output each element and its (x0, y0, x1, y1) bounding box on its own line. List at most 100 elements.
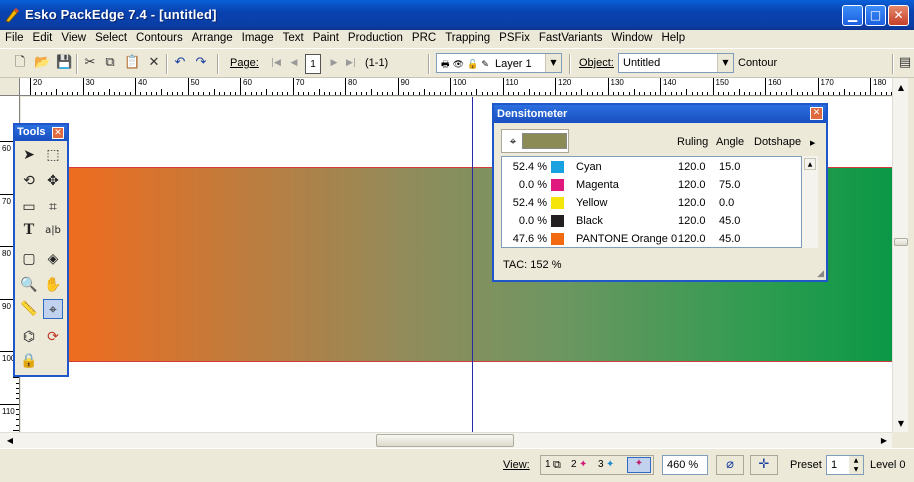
scroll-down-icon[interactable]: ▼ (893, 416, 909, 432)
maximize-button[interactable]: □ (865, 5, 886, 26)
zoom-field[interactable]: 460 % (662, 455, 708, 475)
paste-icon[interactable]: 📋 (124, 55, 140, 71)
menu-paint[interactable]: Paint (308, 30, 343, 44)
densitometer-title[interactable]: Densitometer (494, 105, 826, 123)
ruler-label: 20 (33, 78, 42, 87)
select-arrow-icon[interactable]: ➤ (19, 145, 39, 165)
vertical-scroll-thumb[interactable] (894, 238, 908, 246)
zoom-fit-icon[interactable]: ⌀ (716, 455, 744, 475)
dual-view-icon[interactable]: ✦ (579, 459, 587, 470)
menu-prc[interactable]: PRC (407, 30, 440, 44)
transform-icon[interactable]: ⟳ (43, 327, 63, 347)
resize-grip-icon[interactable]: ◢ (817, 269, 824, 279)
first-page-icon[interactable]: |◀ (268, 55, 284, 71)
panel-menu-arrow-icon[interactable]: ▶ (810, 139, 815, 147)
vertical-scrollbar[interactable]: ▲ ▼ (892, 78, 908, 432)
triple-view-icon[interactable]: ✦ (606, 459, 614, 470)
densitometer-icon[interactable]: ⌖ (43, 299, 63, 319)
ink-row[interactable]: 47.6 % PANTONE Orange 0 120.0 45.0 (502, 230, 801, 248)
scroll-up-icon[interactable]: ▲ (893, 80, 909, 96)
scroll-right-icon[interactable]: ▶ (876, 433, 892, 449)
ruler-tick (759, 92, 761, 95)
menu-fastvariants[interactable]: FastVariants (534, 30, 607, 44)
separations-view-icon[interactable]: ✦ (627, 457, 651, 473)
ink-row[interactable]: 52.4 % Yellow 120.0 0.0 (502, 194, 801, 212)
save-icon[interactable]: 💾 (56, 55, 72, 71)
direct-select-icon[interactable]: ⬚ (43, 145, 63, 165)
tools-close-icon[interactable]: ✕ (52, 127, 64, 139)
previous-page-icon[interactable]: ◀ (286, 55, 302, 71)
menu-text[interactable]: Text (278, 30, 308, 44)
chevron-down-icon[interactable]: ▼ (545, 54, 561, 72)
text-edit-icon[interactable]: a|b (43, 221, 63, 241)
ruler-tick (843, 89, 845, 95)
horizontal-scroll-thumb[interactable] (376, 434, 514, 447)
densitometer-close-icon[interactable]: ✕ (810, 107, 823, 120)
horizontal-scrollbar[interactable]: ◀ ▶ (0, 432, 892, 448)
single-view-icon[interactable]: ⧉ (553, 458, 561, 472)
undo-icon[interactable]: ↶ (172, 55, 188, 71)
object-icon[interactable]: ▢ (19, 249, 39, 269)
ruler-tick (639, 92, 640, 95)
scroll-left-icon[interactable]: ◀ (2, 433, 18, 449)
text-tool-icon[interactable]: T (19, 221, 39, 241)
ruler-tick (224, 92, 226, 95)
layer-select[interactable]: 🖶 👁 🔓 ✎ Layer 1 ▼ (436, 53, 562, 73)
menu-edit[interactable]: Edit (28, 30, 57, 44)
menu-image[interactable]: Image (237, 30, 278, 44)
ink-row[interactable]: 0.0 % Black 120.0 45.0 (502, 212, 801, 230)
scroll-up-icon[interactable]: ▲ (804, 158, 816, 170)
ink-name: Magenta (576, 179, 619, 191)
ruler-tick (439, 92, 441, 95)
ruler-label: 100 (453, 78, 467, 87)
ruler-tick (129, 92, 131, 95)
rectangle-icon[interactable]: ▭ (19, 197, 39, 217)
menu-file[interactable]: File (0, 30, 28, 44)
view-mode-1[interactable]: 1 (545, 459, 551, 470)
minimize-button[interactable]: ▁ (842, 5, 863, 26)
menu-contours[interactable]: Contours (131, 30, 187, 44)
menu-production[interactable]: Production (343, 30, 407, 44)
object-select[interactable]: Untitled ▼ (618, 53, 734, 73)
menu-psfix[interactable]: PSFix (494, 30, 534, 44)
paint-bucket-icon[interactable]: ◈ (43, 249, 63, 269)
node-icon[interactable]: ⌬ (19, 327, 39, 347)
chevron-down-icon[interactable]: ▼ (717, 54, 733, 72)
menu-arrange[interactable]: Arrange (187, 30, 237, 44)
vertical-guide-line[interactable] (472, 97, 473, 432)
preset-field[interactable]: 1 ▲ ▼ (826, 455, 864, 475)
redo-icon[interactable]: ↷ (193, 55, 209, 71)
ink-list: 52.4 % Cyan 120.0 15.0 0.0 % Magenta 120.0 75.0… (501, 156, 802, 248)
menu-trapping[interactable]: Trapping (440, 30, 494, 44)
menu-select[interactable]: Select (90, 30, 131, 44)
ink-row[interactable]: 52.4 % Cyan 120.0 15.0 (502, 158, 801, 176)
ink-row[interactable]: 0.0 % Magenta 120.0 75.0 (502, 176, 801, 194)
last-page-icon[interactable]: ▶| (343, 55, 359, 71)
crop-icon[interactable]: ⌗ (43, 197, 63, 217)
copy-icon[interactable]: ⧉ (102, 55, 118, 71)
zoom-icon[interactable]: 🔍 (19, 275, 39, 295)
next-page-icon[interactable]: ▶ (326, 55, 342, 71)
lock-icon[interactable]: 🔒 (19, 351, 39, 371)
cut-icon[interactable]: ✂ (82, 55, 98, 71)
spinner-icon[interactable]: ▲ ▼ (849, 456, 863, 474)
close-button[interactable]: ✕ (888, 5, 909, 26)
menu-help[interactable]: Help (656, 30, 689, 44)
rotate-icon[interactable]: ⟲ (19, 171, 39, 191)
crosshair-icon[interactable]: ⌖ (505, 133, 521, 149)
move-icon[interactable]: ✥ (43, 171, 63, 191)
ink-list-scrollbar[interactable]: ▲ (802, 156, 818, 248)
new-document-icon[interactable]: 🗋 (12, 55, 28, 71)
view-mode-3[interactable]: 3 (598, 459, 604, 470)
hand-icon[interactable]: ✋ (43, 275, 63, 295)
page-number-box[interactable]: 1 (305, 54, 321, 74)
ruler-tick (644, 92, 646, 95)
menu-view[interactable]: View (56, 30, 90, 44)
view-mode-2[interactable]: 2 (571, 459, 577, 470)
ruler-icon[interactable]: 📏 (19, 299, 39, 319)
menu-window[interactable]: Window (607, 30, 657, 44)
toolbar-overflow-icon[interactable]: ▤ (897, 55, 913, 71)
crosshair-icon[interactable]: ✛ (750, 455, 778, 475)
open-folder-icon[interactable]: 📂 (34, 55, 50, 71)
delete-icon[interactable]: ✕ (146, 55, 162, 71)
